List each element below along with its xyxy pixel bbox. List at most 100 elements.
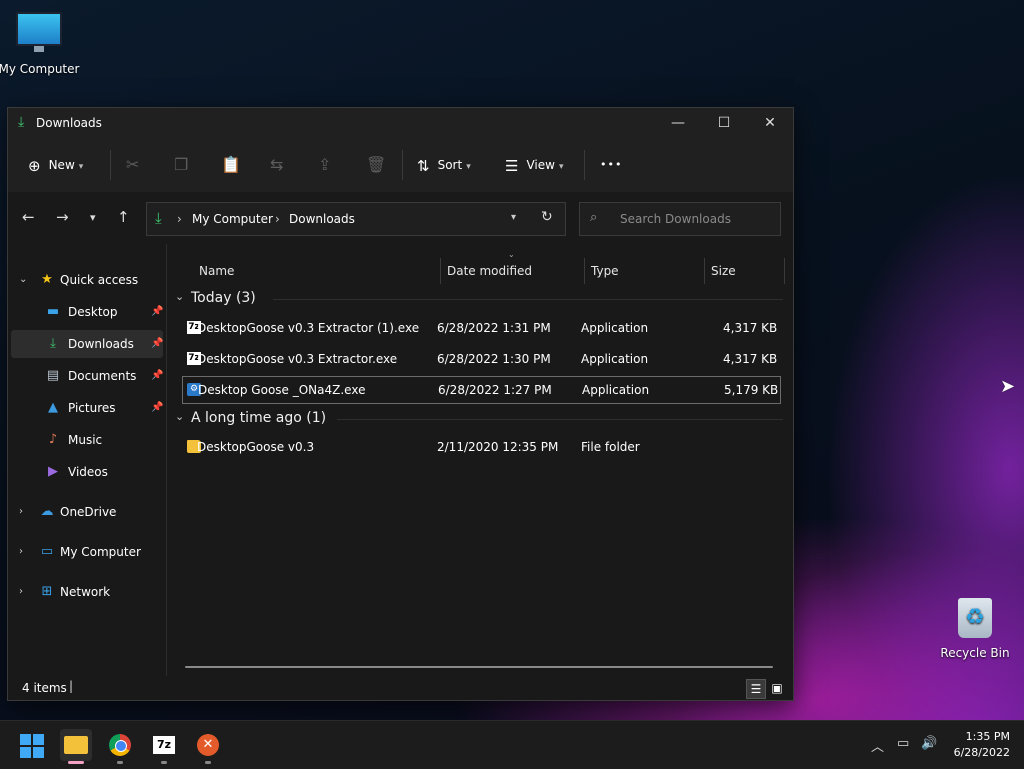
download-icon: ⤓ [155,209,162,227]
table-row[interactable]: 7z DesktopGoose v0.3 Extractor.exe 6/28/… [183,346,780,372]
pin-icon: 📌 [151,370,164,381]
close-button[interactable]: ✕ [747,108,793,138]
breadcrumb-separator-icon: › [177,212,182,226]
address-bar[interactable]: ⤓ › My Computer › Downloads ▾ ↻ [146,202,566,236]
breadcrumb-separator-icon: › [275,212,280,226]
column-header-size[interactable]: Size [711,258,736,284]
chevron-right-icon[interactable]: › [19,498,23,526]
desktop-icon-my-computer[interactable]: My Computer [0,12,84,76]
sidebar-item-desktop[interactable]: ▬ Desktop 📌 [11,298,164,326]
recycle-bin-label: Recycle Bin [940,646,1010,660]
maximize-button[interactable]: ☐ [701,108,747,138]
forward-arrow-icon[interactable]: → [56,208,69,226]
recent-locations-chevron-icon[interactable]: ▾ [90,211,96,224]
breadcrumb-downloads[interactable]: Downloads [289,212,355,226]
sidebar-item-label: Network [60,585,111,599]
desktop-icon-recycle-bin[interactable]: ♻ Recycle Bin [930,598,1020,660]
plus-circle-icon: ⊕ [28,156,41,175]
column-separator[interactable] [440,258,441,284]
horizontal-scrollbar[interactable] [185,666,773,668]
view-label: View [526,158,555,172]
sort-button[interactable]: ⇅ Sort ▾ [417,153,471,177]
search-box[interactable]: ⌕ Search Downloads [579,202,781,236]
chevron-right-icon[interactable]: › [19,538,23,566]
show-hidden-icons-chevron-icon[interactable]: ︿ [871,736,884,755]
table-row[interactable]: ⚙ Desktop Goose _ONa4Z.exe 6/28/2022 1:2… [182,376,781,404]
file-date: 2/11/2020 12:35 PM [437,440,559,454]
minimize-button[interactable]: — [655,108,701,138]
view-button[interactable]: ☰ View ▾ [505,153,563,177]
network-status-icon[interactable]: ▭ [897,736,909,751]
sidebar-item-network[interactable]: › ⊞ Network [11,578,163,606]
address-history-chevron-icon[interactable]: ▾ [511,212,516,223]
sidebar-item-label: Downloads [68,337,134,351]
back-arrow-icon[interactable]: ← [22,208,35,226]
breadcrumb-my-computer[interactable]: My Computer [192,212,273,226]
sevenzip-taskbar-button[interactable]: 7z [148,729,180,761]
more-options-button[interactable]: ••• [600,153,622,177]
sidebar-item-my-computer[interactable]: › ▭ My Computer [11,538,163,566]
share-icon[interactable]: ⇪ [318,155,331,174]
sidebar-item-label: Pictures [68,401,116,415]
clock-date: 6/28/2022 [953,746,1010,759]
windows-start-icon[interactable] [20,734,44,758]
running-app-indicator [205,761,211,764]
file-type: File folder [581,440,640,454]
search-input[interactable]: Search Downloads [620,212,731,226]
group-header-today[interactable]: ⌄ Today (3) [173,290,783,310]
table-row[interactable]: DesktopGoose v0.3 2/11/2020 12:35 PM Fil… [183,434,780,460]
new-button[interactable]: ⊕ New ▾ [28,153,83,177]
column-header-type[interactable]: Type [591,258,619,284]
active-app-indicator [68,761,84,764]
file-name: DesktopGoose v0.3 Extractor (1).exe [197,321,420,335]
search-icon: ⌕ [590,210,598,225]
up-arrow-icon[interactable]: ↑ [117,208,130,226]
group-header-long-ago[interactable]: ⌄ A long time ago (1) [173,410,783,430]
sidebar-item-quick-access[interactable]: ⌄ ★ Quick access [11,266,163,294]
column-separator[interactable] [704,258,705,284]
command-separator [110,150,111,180]
column-header-date[interactable]: Date modified [447,258,532,284]
details-view-icon[interactable]: ☰ [746,679,766,699]
file-date: 6/28/2022 1:30 PM [437,352,551,366]
title-bar[interactable]: ⤓ Downloads — ☐ ✕ [8,108,793,138]
column-separator[interactable] [584,258,585,284]
file-name: DesktopGoose v0.3 Extractor.exe [197,352,398,366]
sidebar-item-label: Music [68,433,103,447]
volume-icon[interactable]: 🔊 [921,736,937,751]
folder-icon [64,736,88,754]
sort-icon: ⇅ [417,156,430,175]
sidebar-item-music[interactable]: ♪ Music [11,426,163,454]
sidebar-item-label: Documents [68,369,137,383]
sidebar-item-videos[interactable]: ▶ Videos [11,458,163,486]
sidebar-item-documents[interactable]: ▤ Documents 📌 [11,362,164,390]
chevron-down-icon[interactable]: ⌄ [19,266,27,294]
rename-icon[interactable]: ⇆ [270,155,283,174]
chevron-right-icon[interactable]: › [19,578,23,606]
item-count: 4 items [22,681,67,695]
sort-label: Sort [437,158,463,172]
refresh-icon[interactable]: ↻ [541,209,553,225]
document-icon: ▤ [46,368,60,383]
sidebar-item-onedrive[interactable]: › ☁ OneDrive [11,498,163,526]
paste-icon[interactable]: 📋 [221,155,241,174]
command-separator [584,150,585,180]
copy-icon[interactable]: ❐ [174,155,188,174]
sidebar-item-downloads[interactable]: ⤓ Downloads 📌 [11,330,163,358]
file-type: Application [581,321,649,335]
command-bar: ⊕ New ▾ ✂ ❐ 📋 ⇆ ⇪ 🗑 ⇅ Sort ▾ ☰ View ▾ ••• [8,138,793,193]
cut-icon[interactable]: ✂ [126,155,139,174]
file-explorer-taskbar-button[interactable] [60,729,92,761]
column-header-name[interactable]: Name [199,258,234,284]
sidebar-item-pictures[interactable]: ▲ Pictures 📌 [11,394,163,422]
running-app-indicator [117,761,123,764]
system-clock[interactable]: 1:35 PM 6/28/2022 [954,729,1010,761]
table-row[interactable]: 7z DesktopGoose v0.3 Extractor (1).exe 6… [183,315,780,341]
delete-icon[interactable]: 🗑 [366,155,386,174]
goose-extractor-taskbar-button[interactable]: ✕ [192,729,224,761]
tiles-view-icon[interactable]: ▣ [768,679,786,697]
music-icon: ♪ [48,432,58,447]
column-separator[interactable] [784,258,785,284]
star-icon: ★ [41,272,53,287]
chrome-taskbar-button[interactable] [104,729,136,761]
